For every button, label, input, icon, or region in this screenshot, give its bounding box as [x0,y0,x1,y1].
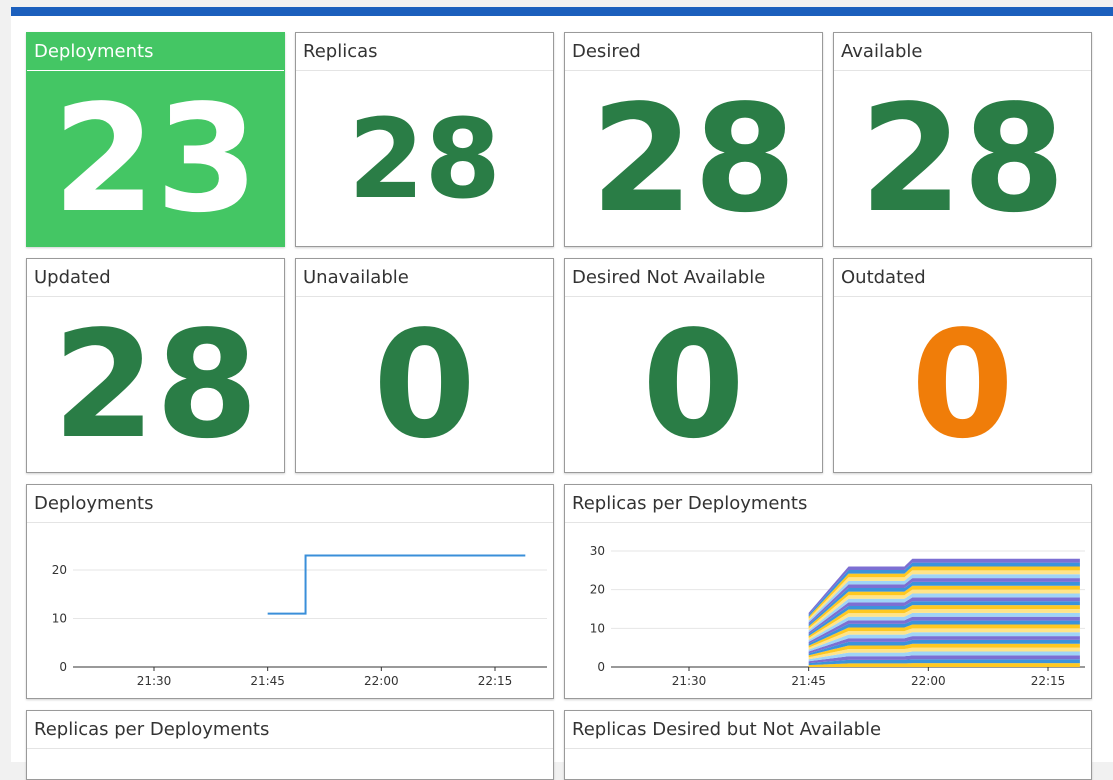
x-tick-label: 21:45 [250,674,285,688]
deployments-line-chart: 0 10 20 21:30 21:45 22:00 22:15 [52,554,547,688]
stat-panel-updated[interactable]: Updated 28 [26,258,285,473]
x-tick-label: 21:45 [791,674,826,688]
x-tick-label: 22:00 [911,674,946,688]
stat-panel-available[interactable]: Available 28 [833,32,1092,247]
stat-panel-unavailable[interactable]: Unavailable 0 [295,258,554,473]
stat-panel-replicas[interactable]: Replicas 28 [295,32,554,247]
panel-title: Desired Not Available [565,259,822,297]
stat-value: 28 [52,299,259,471]
panel-title: Replicas [296,33,553,71]
y-tick-label: 20 [590,583,605,597]
x-tick-label: 22:15 [478,674,513,688]
stat-value: 23 [52,73,259,245]
stat-value: 0 [911,299,1014,471]
chart-panel-replicas-per-deployments[interactable]: Replicas per Deployments 0 10 20 30 21:30 21:… [564,484,1092,699]
stat-value: 28 [347,95,502,223]
panel-title: Unavailable [296,259,553,297]
x-tick-label: 22:15 [1031,674,1066,688]
x-tick-label: 21:30 [137,674,172,688]
panel-title: Replicas Desired but Not Available [565,711,1091,749]
area-band [808,663,1080,667]
panel-title: Available [834,33,1091,71]
stat-panel-desired-not-available[interactable]: Desired Not Available 0 [564,258,823,473]
panel-title: Deployments [27,485,553,523]
dashboard-top-bar [11,7,1113,16]
x-tick-label: 22:00 [364,674,399,688]
y-tick-label: 0 [597,660,605,674]
panel-title: Replicas per Deployments [27,711,553,749]
chart-panel-deployments[interactable]: Deployments 0 10 20 21:30 21:45 22:00 22:15 [26,484,554,699]
y-tick-label: 0 [59,660,67,674]
panel-title: Deployments [27,33,284,71]
chart-panel-replicas-desired-not-available[interactable]: Replicas Desired but Not Available [564,710,1092,780]
y-tick-label: 10 [52,612,67,626]
stat-value: 0 [642,299,745,471]
stat-panel-deployments[interactable]: Deployments 23 [26,32,285,247]
series-line [267,554,526,615]
panel-title: Replicas per Deployments [565,485,1091,523]
replicas-stacked-area-chart: 0 10 20 30 21:30 21:45 22:00 22:15 [590,544,1085,688]
y-tick-label: 30 [590,544,605,558]
panel-title: Outdated [834,259,1091,297]
chart-panel-replicas-per-deployments-2[interactable]: Replicas per Deployments [26,710,554,780]
stat-value: 28 [590,73,797,245]
stat-value: 28 [859,73,1066,245]
panel-title: Updated [27,259,284,297]
stat-panel-outdated[interactable]: Outdated 0 [833,258,1092,473]
y-tick-label: 20 [52,563,67,577]
panel-title: Desired [565,33,822,71]
stat-value: 0 [373,299,476,471]
y-tick-label: 10 [590,621,605,635]
x-tick-label: 21:30 [672,674,707,688]
stat-panel-desired[interactable]: Desired 28 [564,32,823,247]
